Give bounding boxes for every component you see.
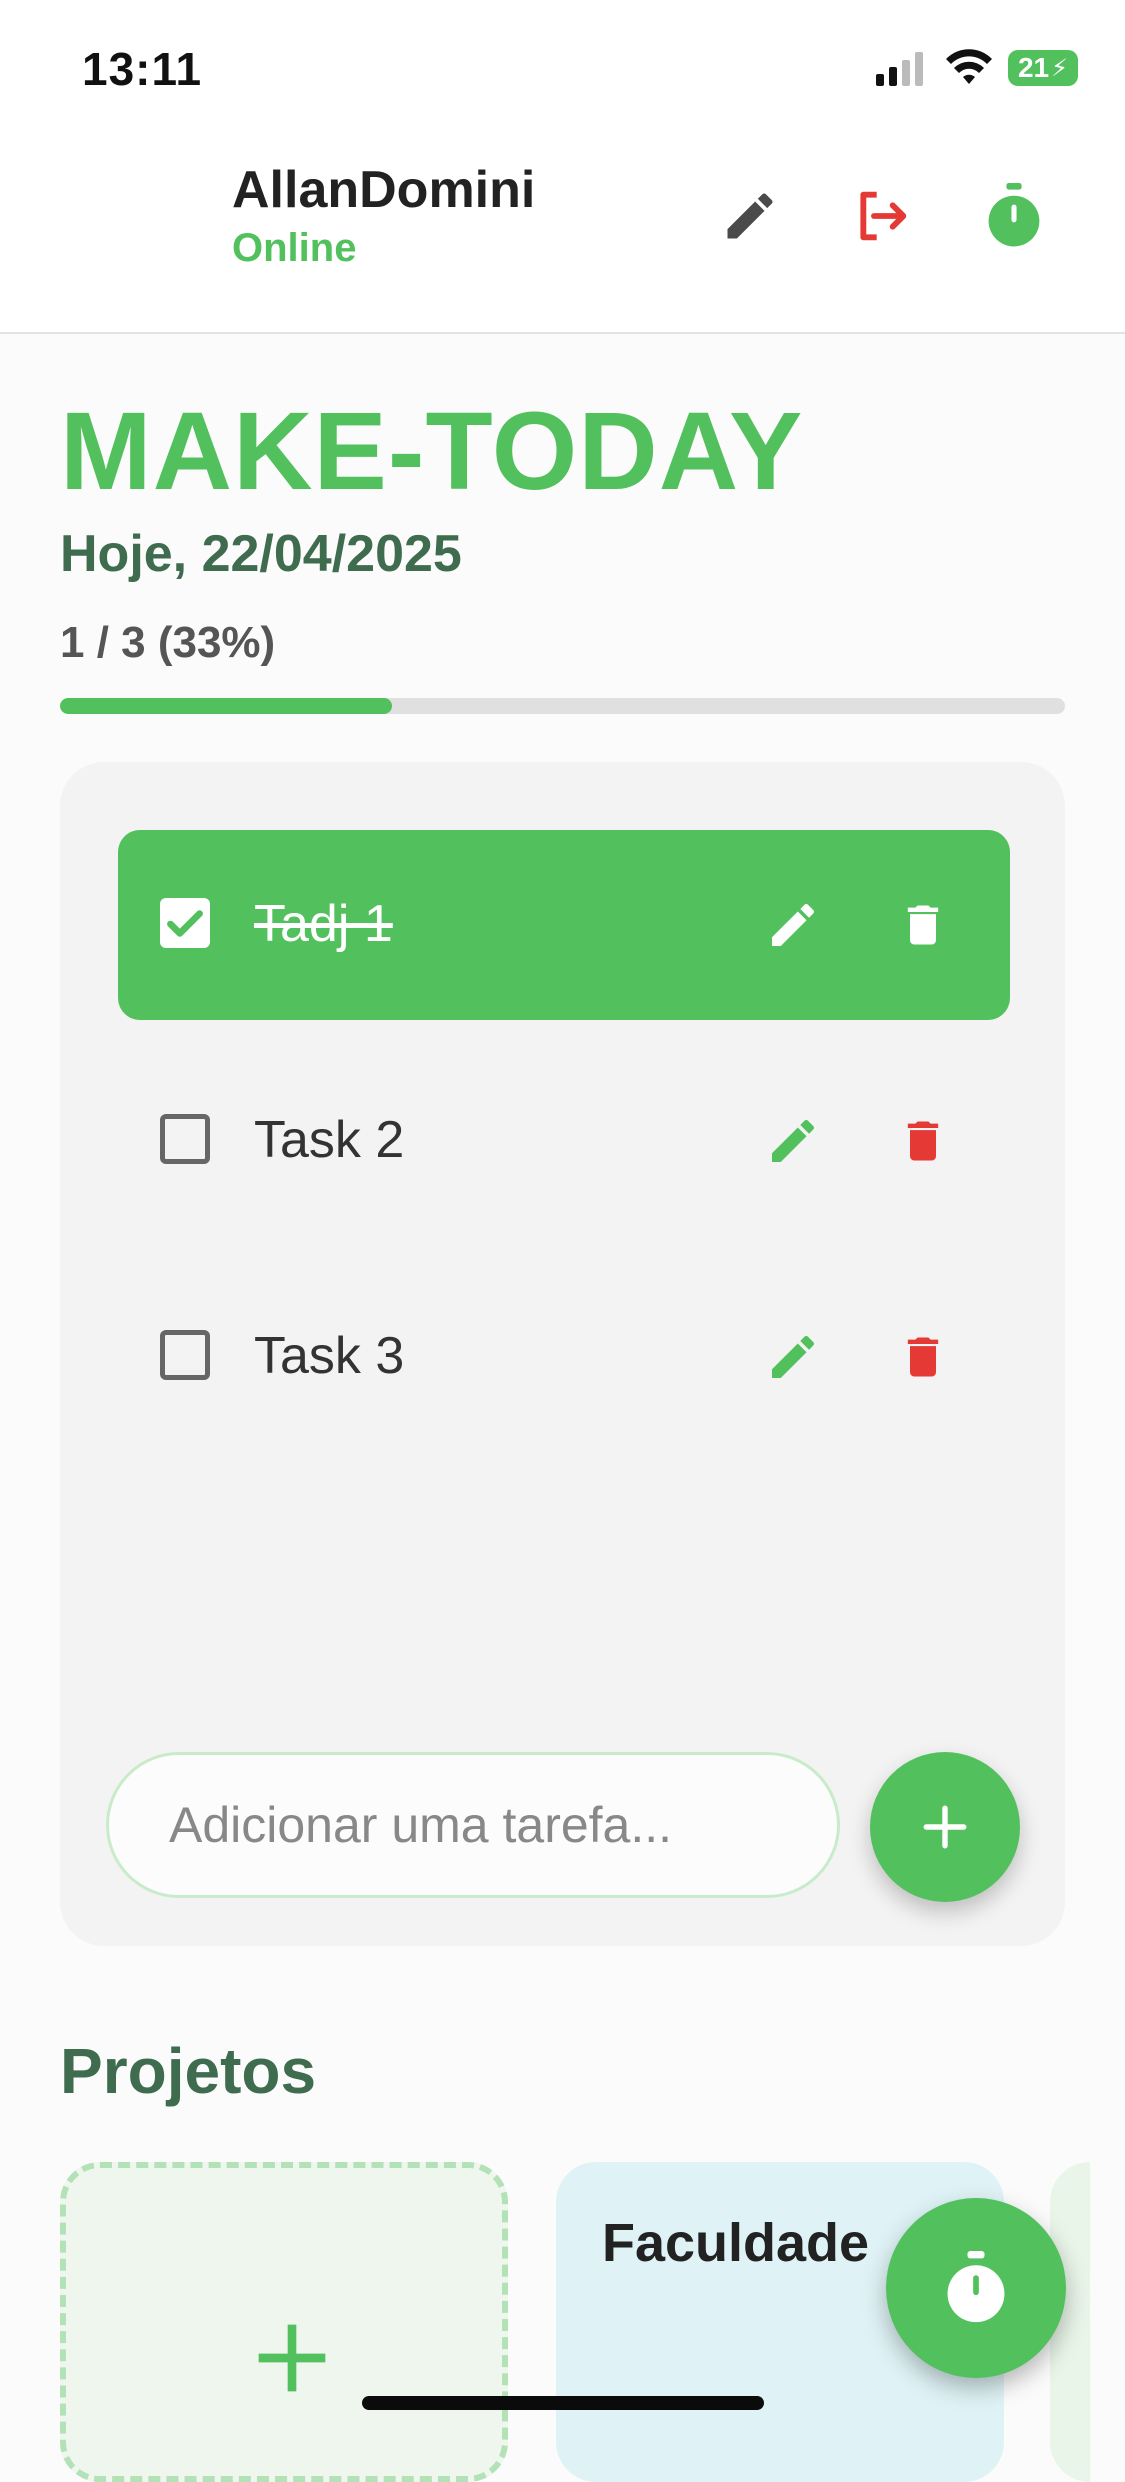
stopwatch-icon (988, 183, 1040, 247)
trash-icon (907, 905, 939, 945)
add-project-card[interactable] (60, 2162, 508, 2482)
logout-button[interactable] (846, 180, 918, 252)
home-indicator (362, 2396, 764, 2410)
date-label: Hoje, 22/04/2025 (60, 525, 462, 583)
wifi-icon (944, 48, 994, 91)
edit-profile-button[interactable] (714, 180, 786, 252)
edit-task-button[interactable] (758, 1106, 828, 1176)
signal-icon (876, 52, 924, 91)
timer-fab[interactable] (886, 2198, 1066, 2378)
stopwatch-icon (947, 2251, 1005, 2323)
status-bar: 13:11 21 ⚡ (0, 0, 1125, 130)
battery-level: 21 (1017, 52, 1050, 83)
username: AllanDomini (232, 161, 536, 219)
edit-task-button[interactable] (758, 1322, 828, 1392)
app-header (0, 130, 1125, 334)
progress-bar (60, 698, 1065, 714)
check-icon (167, 910, 203, 937)
plus-icon (258, 2324, 326, 2392)
pencil-icon (772, 1335, 815, 1378)
timer-button[interactable] (978, 180, 1050, 252)
task-item: Task 3 (118, 1262, 1010, 1452)
delete-task-button[interactable] (888, 1106, 958, 1176)
progress-text: 1 / 3 (33%) (60, 618, 276, 667)
delete-task-button[interactable] (888, 890, 958, 960)
task-checkbox[interactable] (160, 1330, 210, 1380)
task-item: Task 2 (118, 1046, 1010, 1236)
add-task-button[interactable] (870, 1752, 1020, 1902)
projects-title: Projetos (60, 2035, 317, 2107)
edit-task-button[interactable] (758, 890, 828, 960)
delete-task-button[interactable] (888, 1322, 958, 1392)
trash-icon (907, 1121, 939, 1161)
task-label: Task 2 (254, 1111, 405, 1169)
project-name: Faculdade (602, 2213, 870, 2273)
pencil-icon (727, 193, 773, 239)
online-status: Online (232, 226, 357, 270)
task-item: Tadj 1 (118, 830, 1010, 1020)
task-label: Task 3 (254, 1327, 405, 1385)
status-time: 13:11 (82, 43, 203, 95)
battery-icon: 21 ⚡ (1008, 50, 1078, 86)
pencil-icon (772, 1119, 815, 1162)
plus-icon (923, 1805, 967, 1849)
task-checkbox[interactable] (160, 1114, 210, 1164)
task-label: Tadj 1 (254, 895, 393, 953)
task-checkbox[interactable] (160, 898, 210, 948)
logout-icon (860, 191, 907, 241)
tasks-card: Tadj 1 Task 2 Task 3 (60, 762, 1065, 1946)
trash-icon (907, 1337, 939, 1377)
add-task-input[interactable] (106, 1752, 840, 1898)
progress-bar-fill (60, 698, 392, 714)
pencil-icon (772, 903, 815, 946)
page-title: MAKE-TODAY (60, 390, 804, 513)
